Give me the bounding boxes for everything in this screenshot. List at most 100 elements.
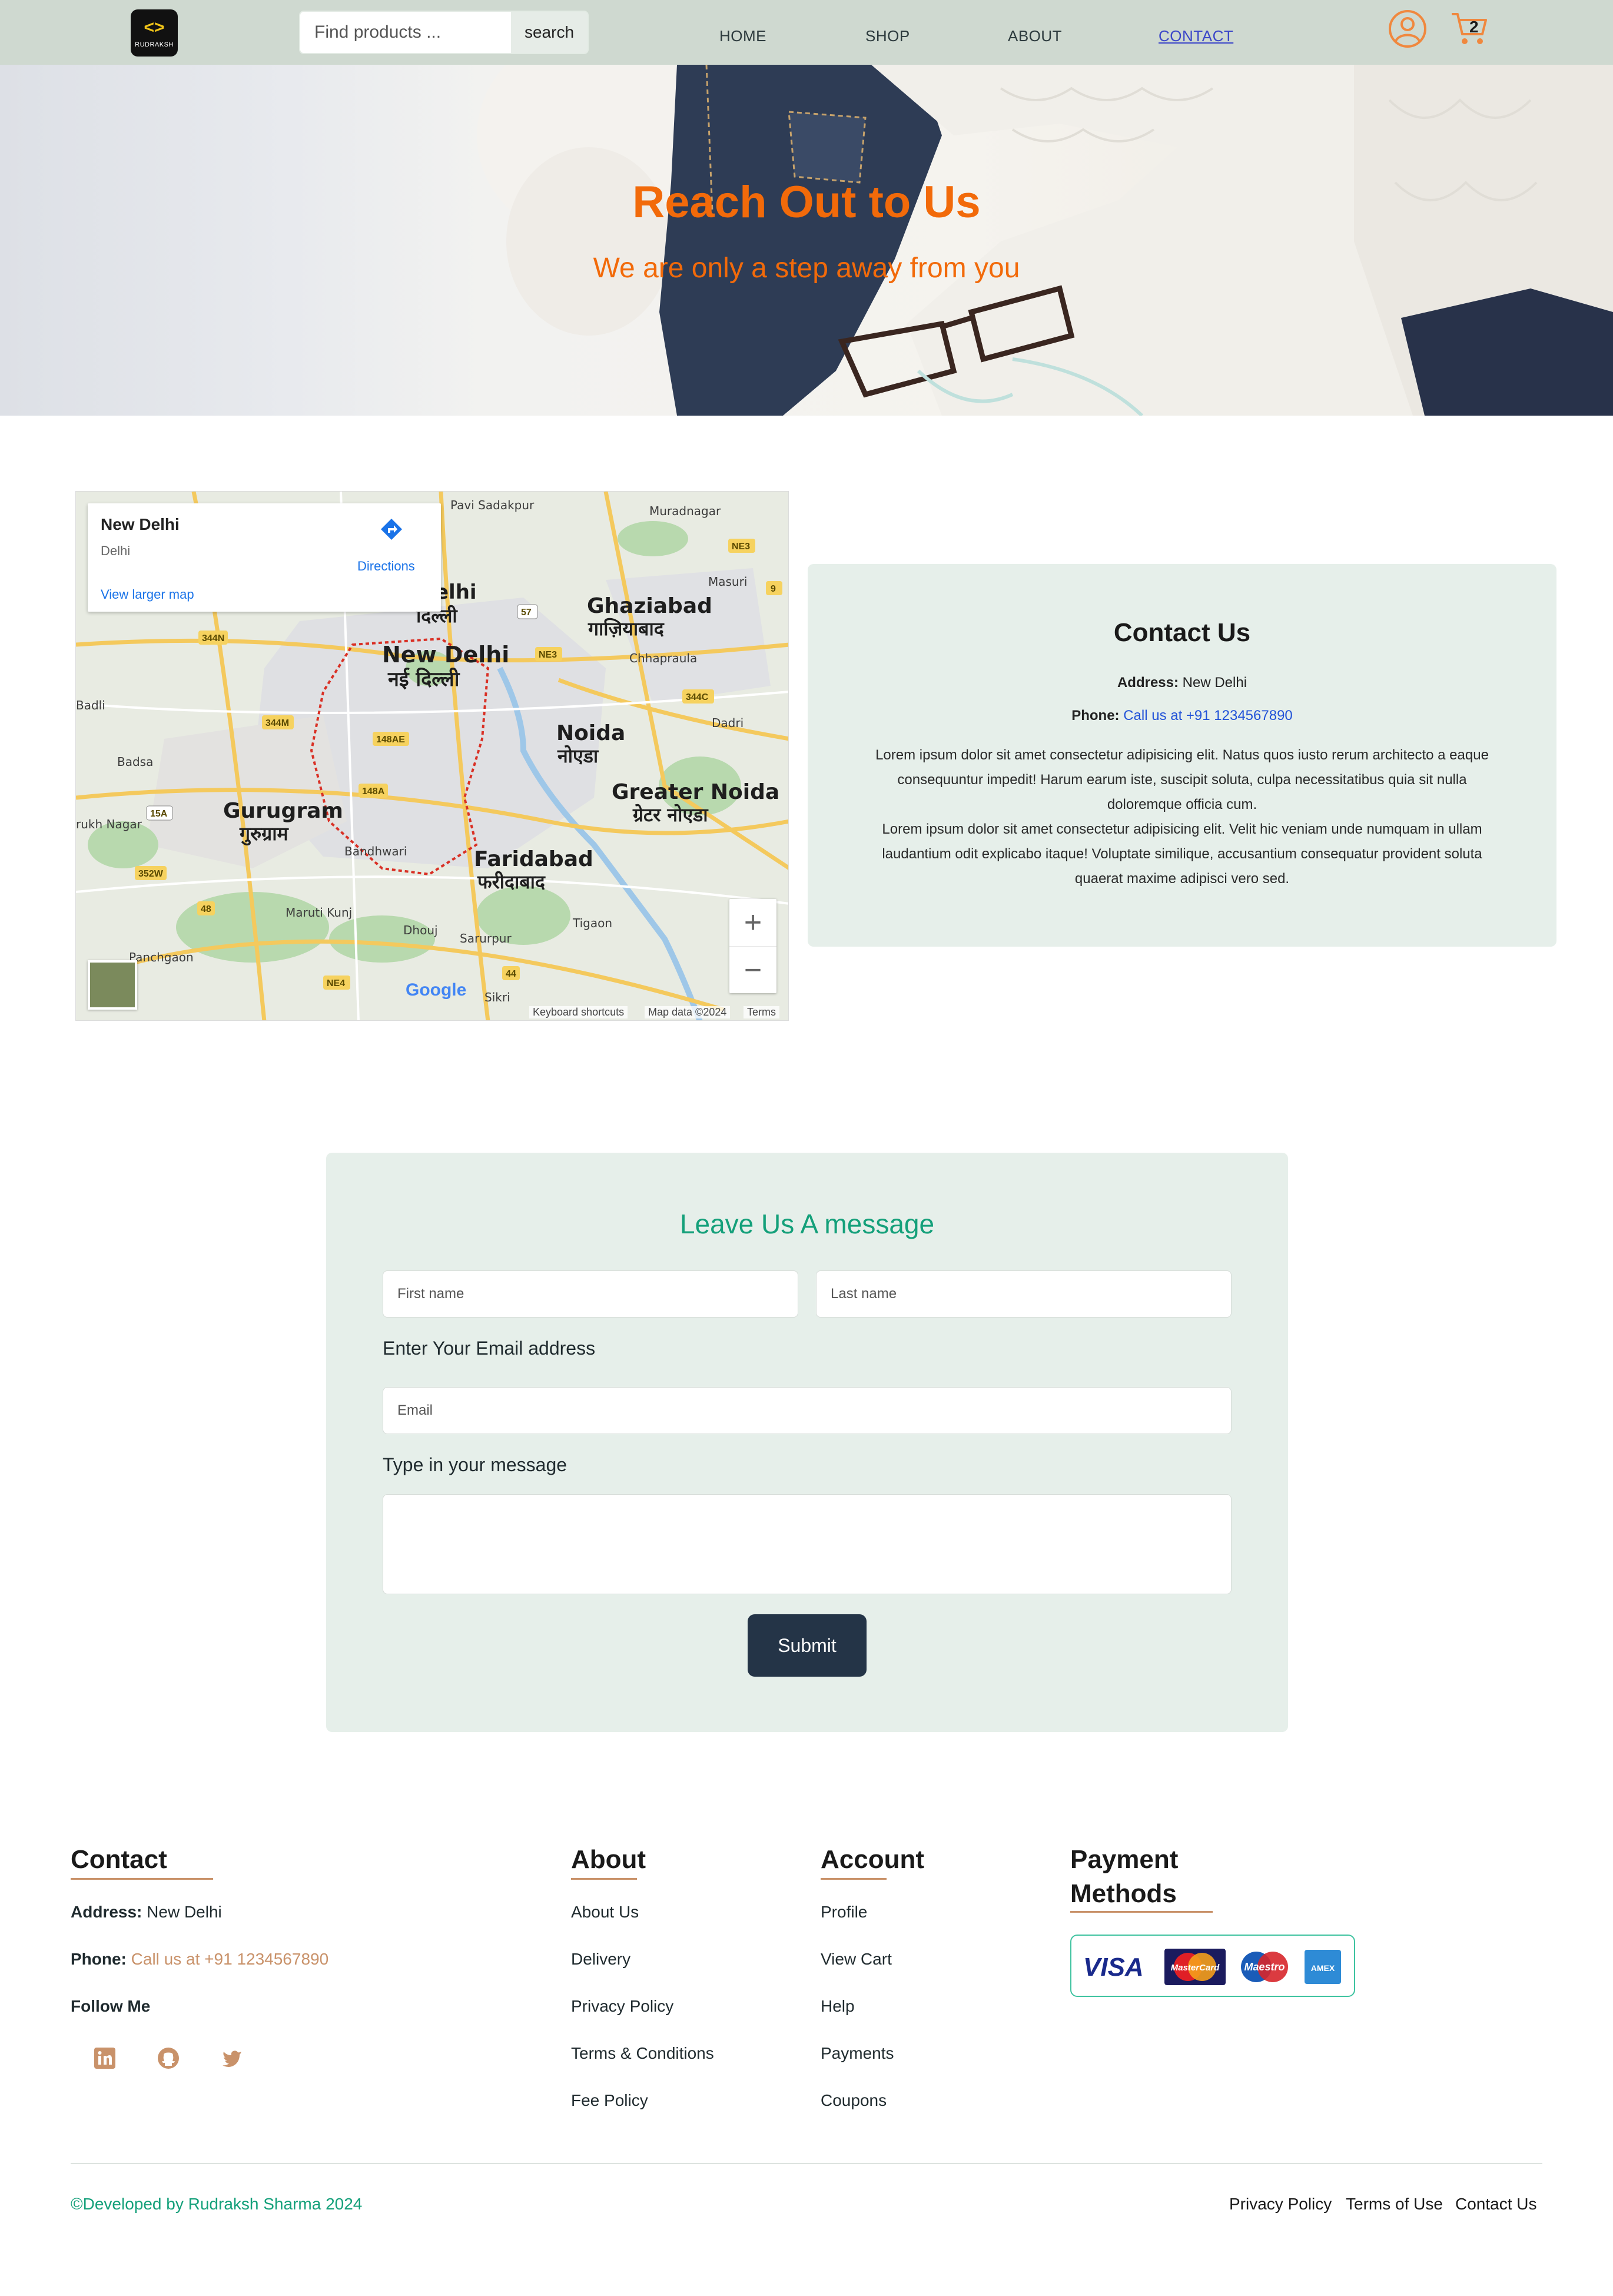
nav-link-contact[interactable]: CONTACT	[1159, 27, 1233, 45]
nav-link-about[interactable]: ABOUT	[1008, 27, 1062, 45]
directions-icon[interactable]	[379, 516, 404, 542]
footer-follow-label: Follow Me	[71, 1997, 151, 2015]
footer-link-payments[interactable]: Payments	[821, 2044, 894, 2063]
contact-paragraph: Lorem ipsum dolor sit amet consectetur a…	[875, 747, 1489, 812]
embedded-map[interactable]: 344N NE3 57 NE3 9 344M 148AE 148A 15A 35…	[75, 491, 789, 1021]
message-form-card: Leave Us A message Enter Your Email addr…	[326, 1153, 1288, 1732]
footer-link-terms-conditions[interactable]: Terms & Conditions	[571, 2044, 714, 2063]
first-name-field[interactable]	[383, 1270, 798, 1318]
footer-link-fee-policy[interactable]: Fee Policy	[571, 2091, 648, 2110]
map-label-faridabad-hindi: फरीदाबाद	[477, 871, 546, 893]
map-label-gurugram: Gurugram	[223, 799, 343, 823]
footer-link-help[interactable]: Help	[821, 1997, 855, 2016]
logo-glyph: <>	[144, 18, 165, 37]
road-badge: 48	[201, 904, 211, 914]
developer-credit: ©Developed by Rudraksh Sharma 2024	[71, 2195, 363, 2213]
footer-phone-label: Phone:	[71, 1950, 127, 1968]
satellite-view-toggle[interactable]	[88, 960, 137, 1010]
footer-title-underline	[71, 1878, 213, 1880]
road-badge: NE4	[327, 978, 345, 988]
map-label-greater-noida: Greater Noida	[612, 780, 779, 804]
footer-address-label: Address:	[71, 1903, 142, 1921]
bottom-link-privacy-policy[interactable]: Privacy Policy	[1229, 2195, 1332, 2214]
map-label-town: Sarurpur	[460, 931, 512, 945]
footer-contact-title: Contact	[71, 1845, 167, 1874]
amex-label: AMEX	[1311, 1963, 1335, 1973]
contact-address: Address: New Delhi	[808, 675, 1556, 691]
mastercard-label: MasterCard	[1171, 1963, 1220, 1973]
submit-button[interactable]: Submit	[748, 1614, 867, 1677]
footer-link-delivery[interactable]: Delivery	[571, 1950, 630, 1969]
address-value: New Delhi	[1182, 675, 1247, 691]
footer-link-view-cart[interactable]: View Cart	[821, 1950, 892, 1969]
road-badge: 148A	[362, 787, 385, 797]
map-label-town: Sikri	[484, 990, 510, 1004]
email-field[interactable]	[383, 1387, 1232, 1434]
road-badge: 57	[521, 608, 532, 618]
road-badge: NE3	[539, 650, 557, 660]
map-terms-link[interactable]: Terms	[744, 1006, 779, 1018]
road-badge: 15A	[150, 809, 168, 819]
message-form-title: Leave Us A message	[679, 1209, 935, 1239]
twitter-icon[interactable]	[220, 2046, 244, 2070]
last-name-field[interactable]	[816, 1270, 1232, 1318]
map-label-town: Dhouj	[403, 923, 438, 937]
hero-subtitle: We are only a step away from you	[593, 253, 1020, 284]
maestro-label: Maestro	[1244, 1961, 1285, 1973]
bottom-link-contact-us[interactable]: Contact Us	[1455, 2195, 1537, 2214]
zoom-out-button[interactable]: −	[729, 946, 776, 993]
navbar: <> RUDRAKSH search HOME SHOP ABOUT CONTA…	[0, 0, 1613, 65]
map-label-greater-noida-hindi: ग्रेटर नोएडा	[632, 804, 709, 826]
map-label-town: Masuri	[708, 575, 747, 589]
map-label-town: Dadri	[712, 716, 744, 730]
map-label-new-delhi: New Delhi	[382, 642, 509, 668]
contact-description: Lorem ipsum dolor sit amet consectetur a…	[867, 743, 1498, 891]
footer-link-coupons[interactable]: Coupons	[821, 2091, 887, 2110]
search-input[interactable]	[300, 12, 511, 53]
contact-phone: Phone: Call us at +91 1234567890	[808, 708, 1556, 724]
map-label-ghaziabad-hindi: गाज़ियाबाद	[588, 618, 665, 640]
road-badge: 344M	[265, 718, 289, 728]
zoom-in-button[interactable]: +	[729, 899, 776, 946]
mastercard-icon: MasterCard	[1164, 1949, 1226, 1985]
map-place-card: New Delhi Delhi View larger map Directio…	[88, 503, 441, 612]
message-label: Type in your message	[383, 1454, 567, 1475]
footer-divider	[71, 2163, 1542, 2164]
contact-info-card: Contact Us Address: New Delhi Phone: Cal…	[808, 564, 1556, 947]
map-label-faridabad: Faridabad	[474, 847, 593, 871]
footer-phone-link[interactable]: Call us at +91 1234567890	[131, 1950, 329, 1968]
bottom-link-terms-of-use[interactable]: Terms of Use	[1346, 2195, 1443, 2214]
map-label-delhi: elhi	[435, 580, 477, 604]
map-label-town: rukh Nagar	[76, 817, 142, 831]
map-label-town: Badsa	[117, 755, 153, 769]
map-place-region: Delhi	[101, 543, 131, 558]
github-icon[interactable]	[157, 2046, 180, 2070]
email-label: Enter Your Email address	[383, 1338, 596, 1359]
footer-link-about-us[interactable]: About Us	[571, 1903, 639, 1922]
map-label-new-delhi-hindi: नई दिल्ली	[387, 667, 460, 691]
cart-count-badge: 2	[1469, 18, 1479, 36]
brand-logo[interactable]: <> RUDRAKSH	[131, 9, 178, 57]
footer-link-profile[interactable]: Profile	[821, 1903, 867, 1922]
footer-link-privacy-policy[interactable]: Privacy Policy	[571, 1997, 673, 2016]
maestro-card-icon: Maestro	[1241, 1952, 1288, 1982]
nav-link-home[interactable]: HOME	[719, 27, 766, 45]
view-larger-map-link[interactable]: View larger map	[101, 587, 194, 602]
directions-link[interactable]: Directions	[357, 559, 415, 574]
footer-address: Address: New Delhi	[71, 1903, 222, 1922]
map-label-town: Muradnagar	[649, 504, 721, 518]
user-account-icon[interactable]	[1387, 8, 1428, 49]
message-textarea[interactable]	[383, 1494, 1232, 1594]
search-button[interactable]: search	[511, 12, 588, 53]
visa-card-icon: VISA	[1083, 1953, 1144, 1982]
linkedin-icon[interactable]	[93, 2046, 117, 2070]
footer-about-title: About	[571, 1845, 646, 1874]
map-label-gurugram-hindi: गुरुग्राम	[239, 822, 289, 846]
footer-payment-title: Payment Methods	[1070, 1843, 1178, 1911]
map-label-town: Bandhwari	[344, 844, 407, 858]
map-label-town: Panchgaon	[129, 950, 194, 964]
footer-payment-title-line1: Payment	[1070, 1845, 1179, 1874]
map-keyboard-shortcuts[interactable]: Keyboard shortcuts	[529, 1006, 628, 1018]
nav-link-shop[interactable]: SHOP	[865, 27, 910, 45]
phone-link[interactable]: Call us at +91 1234567890	[1123, 708, 1293, 724]
